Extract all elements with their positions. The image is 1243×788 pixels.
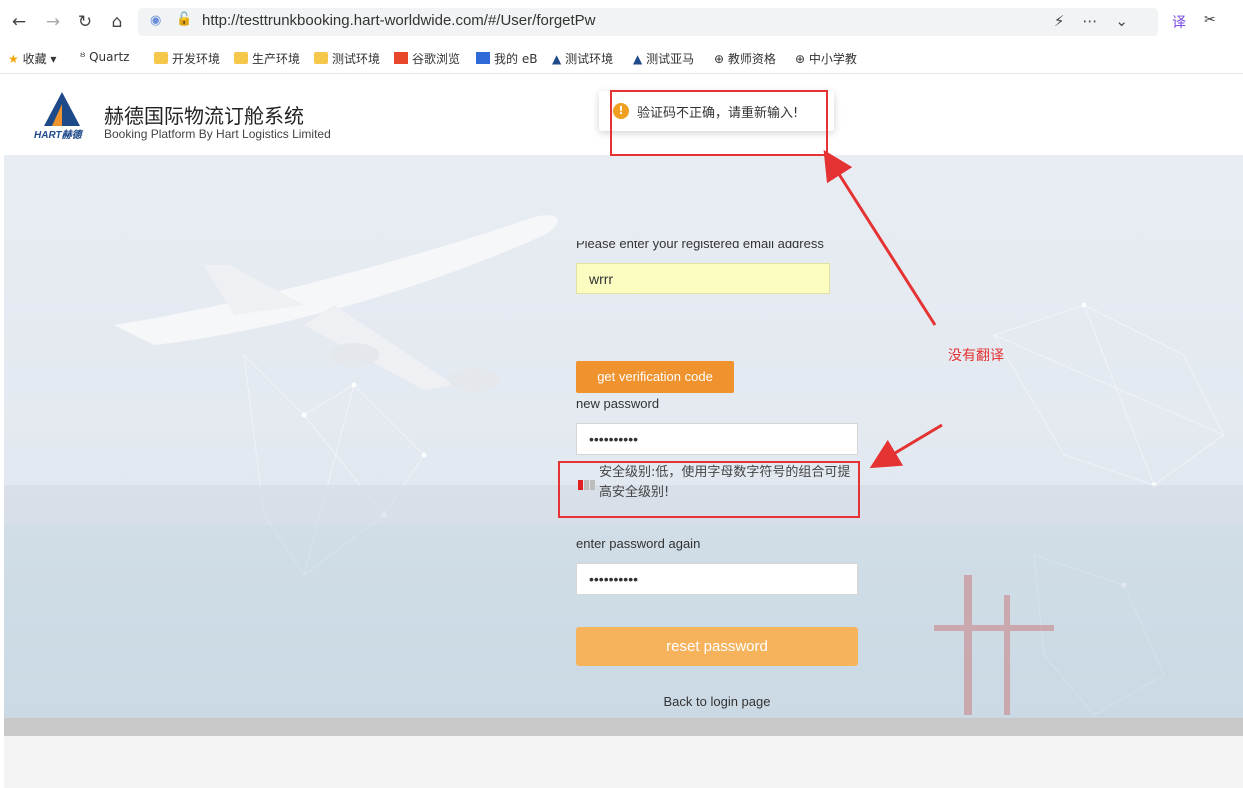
c-icon bbox=[394, 52, 408, 64]
bookmark-dev-env[interactable]: 开发环境 bbox=[154, 50, 220, 67]
annotation-box-toast bbox=[610, 90, 828, 156]
browser-toolbar: ← → ↻ ⌂ ◉ 🔓 http://testtrunkbooking.hart… bbox=[0, 0, 1243, 44]
folder-icon bbox=[314, 52, 328, 64]
address-bar[interactable]: ◉ 🔓 http://testtrunkbooking.hart-worldwi… bbox=[138, 8, 1158, 36]
brand-subtitle: Booking Platform By Hart Logistics Limit… bbox=[104, 127, 331, 141]
globe-icon: ⊕ bbox=[795, 52, 806, 66]
logo-text: HART赫德 bbox=[34, 129, 84, 141]
bookmark-label: 谷歌浏览 bbox=[412, 52, 461, 66]
star-icon: ★ bbox=[8, 52, 19, 66]
annotation-note: 没有翻译 bbox=[948, 348, 1004, 364]
confirm-password-input[interactable]: •••••••••• bbox=[576, 563, 858, 595]
airplane-image bbox=[114, 215, 558, 392]
shield-icon: ◉ bbox=[150, 13, 162, 28]
hart-logo: HART赫德 bbox=[34, 92, 84, 141]
bookmark-ebay[interactable]: 我的 eB bbox=[476, 50, 537, 67]
insecure-lock-icon: 🔓 bbox=[176, 12, 193, 27]
bookmark-label: 测试环境 bbox=[565, 52, 614, 66]
email-input[interactable]: wrrr bbox=[576, 263, 830, 294]
forward-arrow-icon[interactable]: → bbox=[42, 11, 64, 33]
hart-icon: ▲ bbox=[633, 52, 643, 66]
bookmark-label: 中小学教 bbox=[808, 52, 857, 66]
page: HART赫德 赫德国际物流订舱系统 Booking Platform By Ha… bbox=[4, 75, 1243, 788]
home-icon[interactable]: ⌂ bbox=[106, 11, 128, 33]
annotation-box-strength bbox=[558, 461, 860, 518]
bookmark-quartz[interactable]: ᴽ Quartz bbox=[80, 50, 129, 64]
bookmark-favorites[interactable]: ★ 收藏 ▾ bbox=[8, 50, 56, 67]
reset-password-button[interactable]: reset password bbox=[576, 627, 858, 666]
page-bottom bbox=[4, 736, 1243, 788]
back-to-login-link[interactable]: Back to login page bbox=[576, 694, 858, 709]
bag-icon bbox=[476, 52, 490, 64]
bookmark-label: 我的 eB bbox=[494, 52, 538, 66]
bookmark-label: 收藏 bbox=[22, 52, 47, 66]
address-bar-actions[interactable]: ⚡⋯⌄ bbox=[1054, 12, 1146, 30]
bookmark-label: 生产环境 bbox=[252, 52, 301, 66]
url-text[interactable]: http://testtrunkbooking.hart-worldwide.c… bbox=[202, 12, 596, 29]
bookmark-label: 测试环境 bbox=[332, 52, 381, 66]
scissors-icon[interactable]: ✂ bbox=[1204, 12, 1216, 28]
confirm-password-label: enter password again bbox=[576, 536, 701, 551]
new-password-label: new password bbox=[576, 396, 660, 411]
folder-icon bbox=[234, 52, 248, 64]
get-verification-code-button[interactable]: get verification code bbox=[576, 361, 734, 393]
quartz-icon: ᴽ bbox=[80, 50, 86, 64]
bookmark-teacher[interactable]: ⊕ 教师资格 bbox=[714, 50, 776, 67]
bookmark-test-amazon[interactable]: ▲ 测试亚马 bbox=[633, 50, 694, 67]
globe-icon: ⊕ bbox=[714, 52, 725, 66]
bookmarks-bar: ★ 收藏 ▾ ᴽ Quartz 开发环境 生产环境 测试环境 谷歌浏览 我的 e… bbox=[0, 44, 1243, 74]
new-password-input[interactable]: •••••••••• bbox=[576, 423, 858, 455]
translate-icon[interactable]: 译 bbox=[1172, 12, 1186, 32]
bookmark-google[interactable]: 谷歌浏览 bbox=[394, 50, 460, 67]
bookmark-test-env[interactable]: 测试环境 bbox=[314, 50, 380, 67]
footer-bar bbox=[4, 718, 1243, 736]
hart-icon: ▲ bbox=[552, 52, 562, 66]
bookmark-test-env-2[interactable]: ▲ 测试环境 bbox=[552, 50, 613, 67]
reload-icon[interactable]: ↻ bbox=[74, 11, 96, 33]
bookmark-label: Quartz bbox=[89, 50, 130, 64]
brand-title: 赫德国际物流订舱系统 bbox=[104, 104, 304, 128]
bookmark-label: 开发环境 bbox=[172, 52, 221, 66]
folder-icon bbox=[154, 52, 168, 64]
back-arrow-icon[interactable]: ← bbox=[8, 11, 30, 33]
bookmark-school[interactable]: ⊕ 中小学教 bbox=[795, 50, 857, 67]
bookmark-label: 教师资格 bbox=[727, 52, 776, 66]
bookmark-label: 测试亚马 bbox=[646, 52, 695, 66]
bookmark-prod-env[interactable]: 生产环境 bbox=[234, 50, 300, 67]
